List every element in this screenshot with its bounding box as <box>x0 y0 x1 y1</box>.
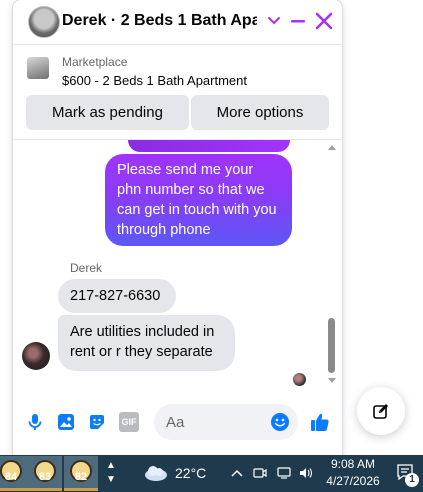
contact-avatar[interactable] <box>28 6 60 38</box>
taskbar-app[interactable]: 84 <box>0 456 28 491</box>
network-icon[interactable] <box>276 465 292 481</box>
listing-thumbnail <box>27 57 49 79</box>
chat-header: Derek · 2 Beds 1 Bath Apar… <box>13 0 342 45</box>
scroll-down-arrow-icon[interactable] <box>328 378 336 383</box>
clock-time[interactable]: 9:08 AM <box>328 457 378 471</box>
taskbar-app-label: 82 <box>74 471 88 483</box>
microphone-icon[interactable] <box>25 412 45 432</box>
marketplace-listing[interactable]: Marketplace $600 - 2 Beds 1 Bath Apartme… <box>13 45 342 89</box>
message-input-placeholder: Aa <box>166 414 185 431</box>
clock-date[interactable]: 4/27/2026 <box>322 474 384 488</box>
show-hidden-icons-icon[interactable] <box>229 465 245 481</box>
like-thumbs-up-icon[interactable] <box>309 411 331 433</box>
listing-source: Marketplace <box>62 55 128 69</box>
seen-indicator-avatar <box>293 373 306 386</box>
scroll-up-arrow-icon[interactable] <box>328 145 336 150</box>
sender-avatar[interactable] <box>22 342 50 370</box>
taskbar-app[interactable]: 83 <box>28 456 62 491</box>
gif-icon[interactable]: GIF <box>119 412 139 432</box>
taskbar-app[interactable]: 82 <box>64 456 98 491</box>
taskbar-scroll-chevrons-icon[interactable]: ▲ ▼ <box>104 459 118 489</box>
message-list: Please send me your phn number so that w… <box>13 140 342 398</box>
previous-message-bubble <box>128 140 290 152</box>
sticker-icon[interactable] <box>87 412 107 432</box>
sender-name: Derek <box>70 261 103 275</box>
emoji-icon[interactable] <box>270 412 290 432</box>
camera-icon[interactable] <box>252 465 268 481</box>
notification-count-badge: 1 <box>405 473 419 487</box>
message-composer: GIF Aa <box>13 400 342 445</box>
image-icon[interactable] <box>56 412 76 432</box>
taskbar-app-label: 84 <box>4 471 18 483</box>
outgoing-message: Please send me your phn number so that w… <box>105 154 292 246</box>
close-icon[interactable] <box>313 10 335 32</box>
taskbar-app-label: 83 <box>38 471 52 483</box>
incoming-message: 217-827-6630 <box>58 279 176 313</box>
more-options-button[interactable]: More options <box>191 95 329 130</box>
new-message-button[interactable] <box>357 387 405 435</box>
minimize-icon[interactable] <box>287 10 309 32</box>
messenger-chat-window: Derek · 2 Beds 1 Bath Apar… Marketplace … <box>13 0 342 455</box>
incoming-message: Are utilities included in rent or r they… <box>58 315 235 371</box>
message-scrollbar[interactable] <box>326 140 338 398</box>
weather-temperature[interactable]: 22°C <box>175 465 206 481</box>
chevron-down-icon[interactable] <box>263 10 285 32</box>
volume-icon[interactable] <box>298 465 314 481</box>
compose-edit-icon <box>373 404 388 419</box>
mark-as-pending-button[interactable]: Mark as pending <box>26 95 189 130</box>
cloud-weather-icon[interactable] <box>142 464 170 482</box>
scrollbar-thumb[interactable] <box>328 318 335 373</box>
chat-title[interactable]: Derek · 2 Beds 1 Bath Apar… <box>62 12 257 30</box>
listing-summary: $600 - 2 Beds 1 Bath Apartment <box>62 73 248 88</box>
windows-taskbar: 84 83 82 ▲ ▼ 22°C 9:08 AM 4/27/2026 1 <box>0 455 423 492</box>
